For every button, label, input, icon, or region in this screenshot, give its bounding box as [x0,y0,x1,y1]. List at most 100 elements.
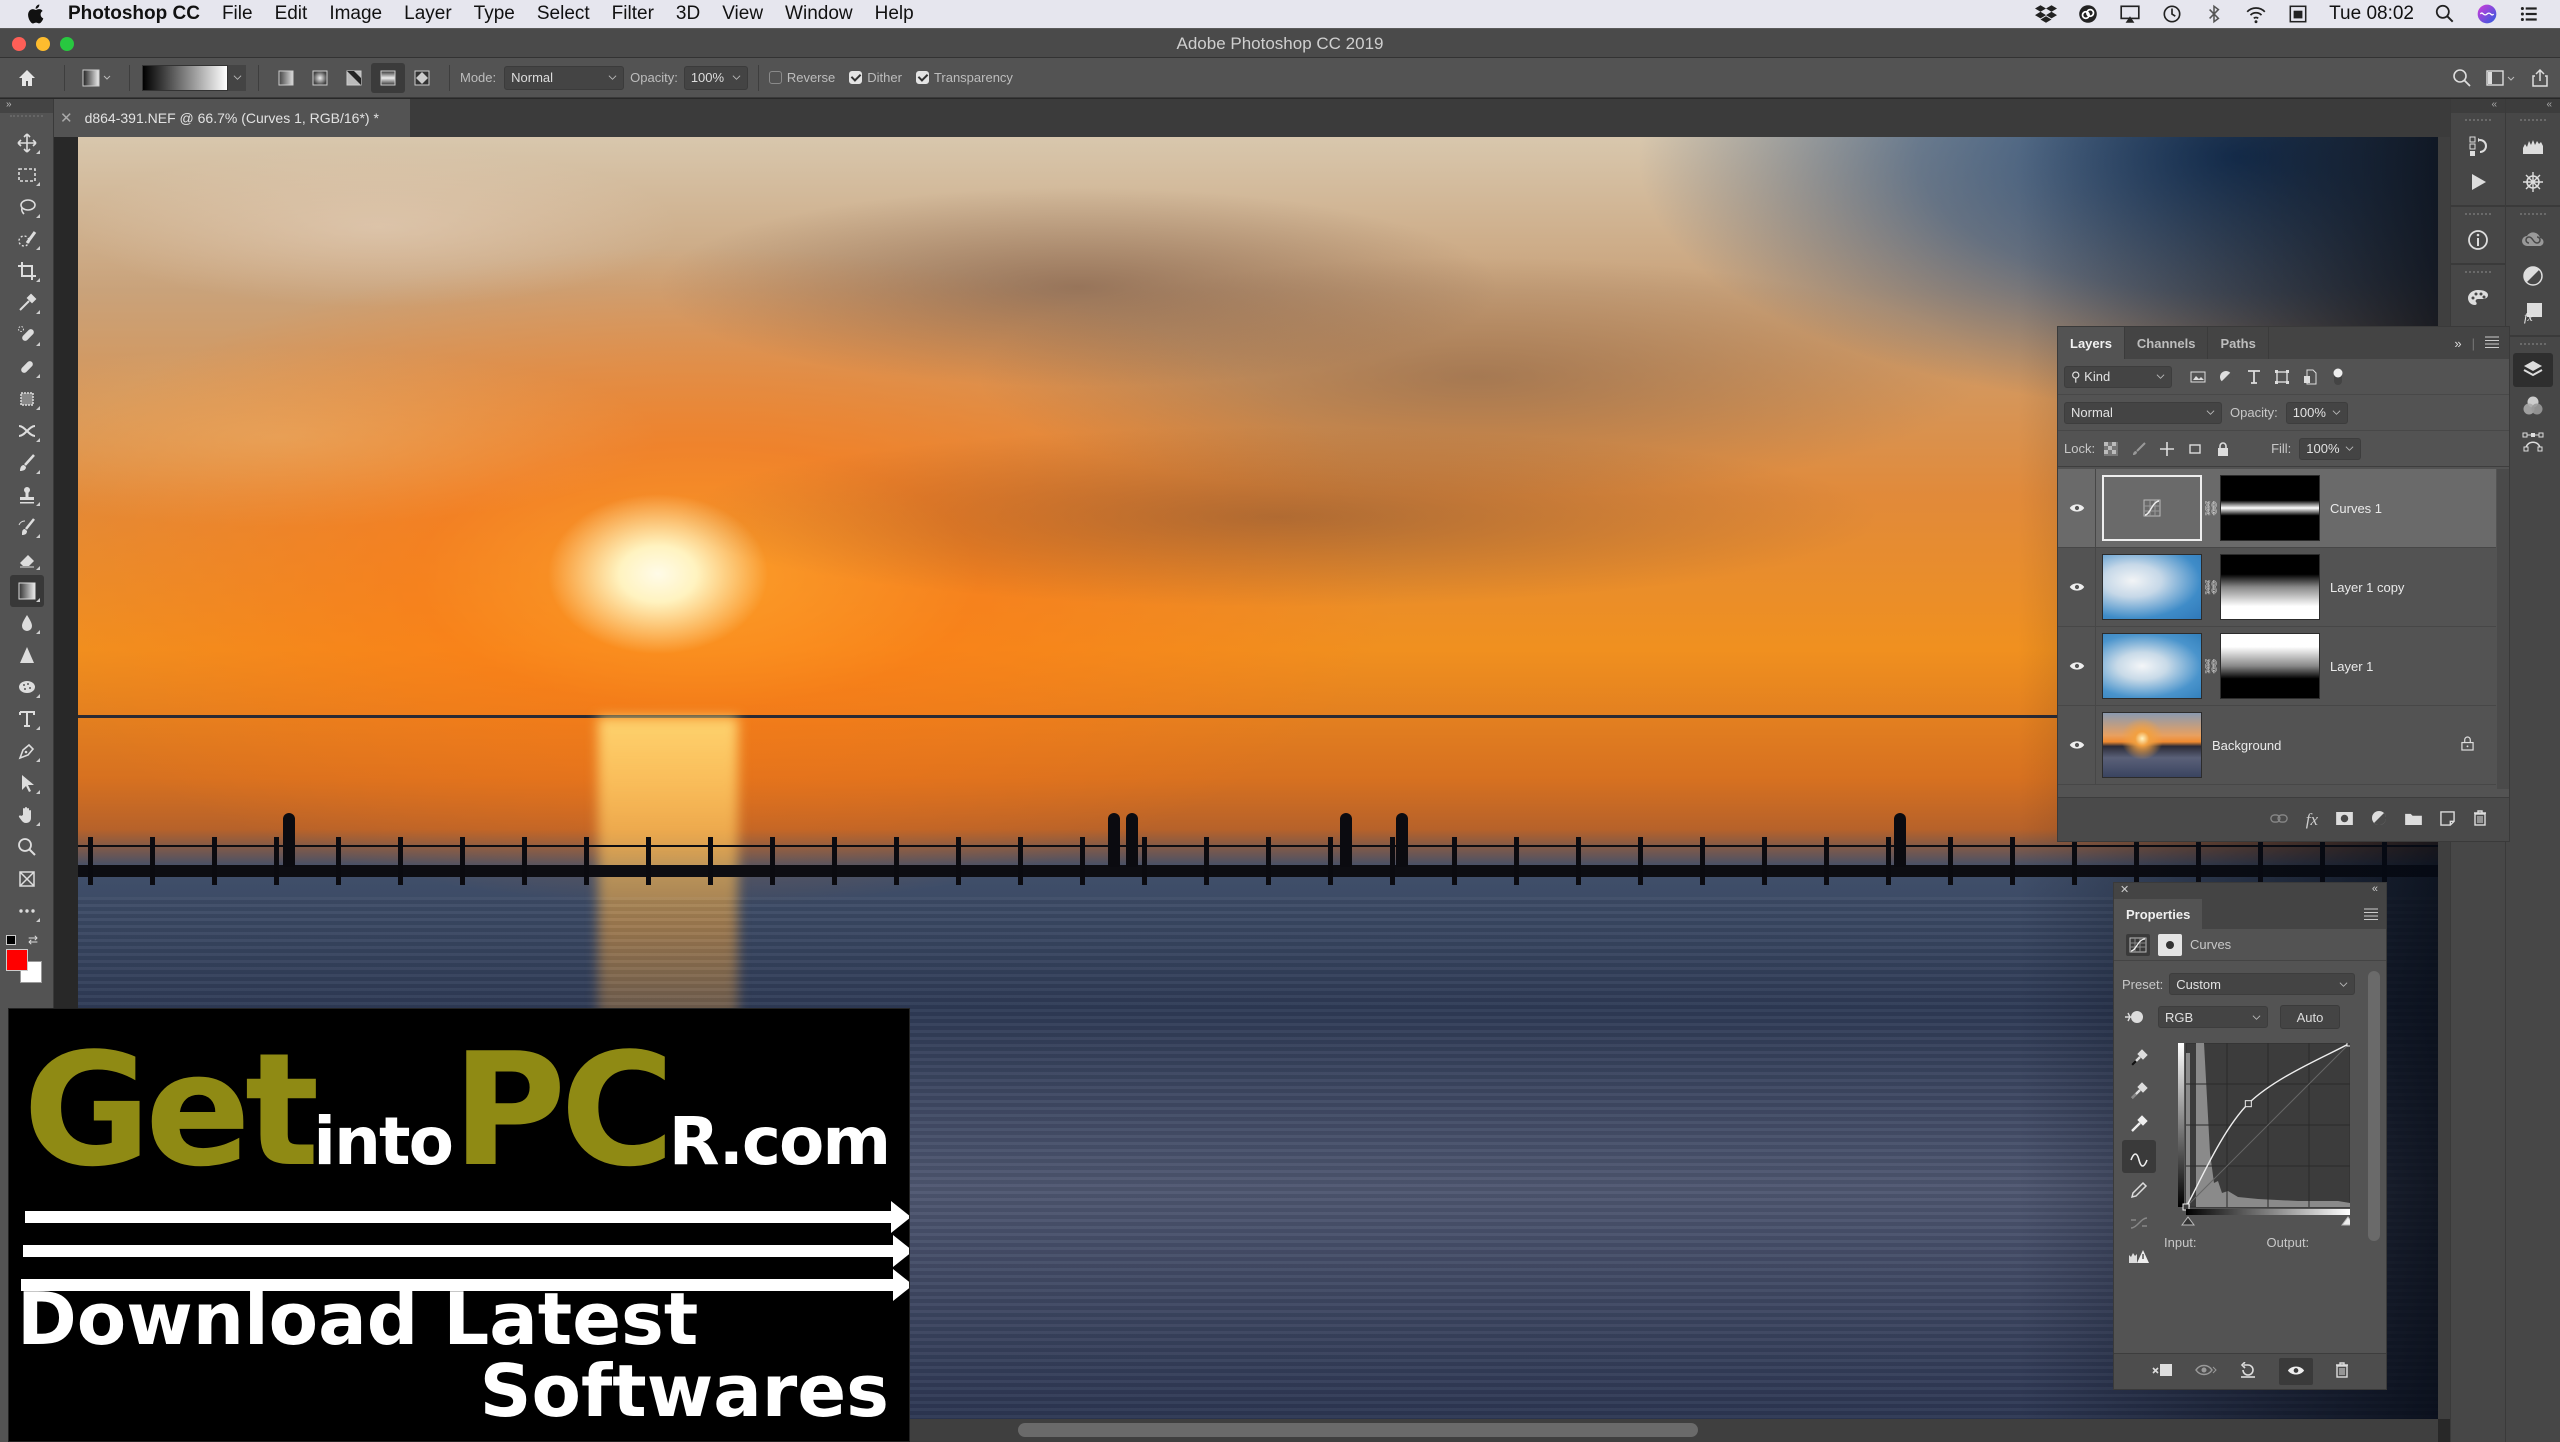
default-colors-icon[interactable] [6,935,16,945]
bluetooth-icon[interactable] [2203,3,2225,25]
close-document-icon[interactable]: ✕ [60,109,73,127]
time-machine-icon[interactable] [2161,3,2183,25]
toggle-visibility-button[interactable] [2279,1358,2313,1385]
clock[interactable]: Tue 08:02 [2329,3,2414,25]
info-panel-button[interactable] [2458,223,2498,257]
gradient-picker[interactable] [140,63,248,93]
curve-control-point[interactable] [2346,1039,2354,1047]
share-button[interactable] [2530,63,2550,93]
menu-select[interactable]: Select [537,3,590,25]
curves-adjustment-tab[interactable] [2126,933,2150,956]
tab-channels[interactable]: Channels [2125,327,2209,359]
notification-center-icon[interactable] [2518,3,2540,25]
smooth-curve-button[interactable] [2122,1206,2156,1239]
histogram-panel-button[interactable] [2513,129,2553,163]
content-aware-move-tool[interactable] [10,415,44,447]
sharpen-tool[interactable] [10,639,44,671]
lock-artboard-icon[interactable] [2187,441,2203,457]
document-tab[interactable]: ✕ d864-391.NEF @ 66.7% (Curves 1, RGB/16… [54,99,410,137]
sponge-tool[interactable] [10,671,44,703]
layer-opacity-field[interactable]: 100% [2285,401,2348,424]
gradient-tool[interactable] [9,575,44,607]
layer-locked-icon[interactable] [2461,736,2474,754]
sample-gray-point-tool[interactable] [2122,1074,2156,1107]
reverse-check-box[interactable] [768,71,782,84]
tab-layers[interactable]: Layers [2058,327,2125,359]
layer-visibility-toggle[interactable] [2058,548,2096,626]
menu-layer[interactable]: Layer [404,3,452,25]
history-brush-tool[interactable] [10,511,44,543]
mask-properties-tab[interactable] [2158,933,2182,956]
layer-name[interactable]: Layer 1 copy [2330,580,2404,595]
on-image-adjust-tool[interactable] [2122,1009,2146,1025]
radial-gradient-button[interactable] [303,63,337,93]
sample-white-point-tool[interactable] [2122,1107,2156,1140]
libraries-panel-button[interactable] [2513,223,2553,257]
curves-chart[interactable] [2178,1039,2355,1227]
menu-image[interactable]: Image [329,3,382,25]
menu-filter[interactable]: Filter [612,3,654,25]
filter-type-layers-icon[interactable] [2246,369,2262,385]
angle-gradient-button[interactable] [337,63,371,93]
healing-brush-tool[interactable] [10,351,44,383]
curve-control-point[interactable] [2244,1100,2252,1108]
lock-image-pixels-icon[interactable] [2131,441,2147,457]
delete-adjustment-button[interactable] [2335,1362,2349,1381]
search-button[interactable] [2452,63,2472,93]
menu-type[interactable]: Type [474,3,515,25]
reverse-checkbox[interactable]: Reverse [768,70,835,85]
opacity-field[interactable]: 100% [683,65,748,90]
zoom-tool[interactable] [10,831,44,863]
lock-all-icon[interactable] [2215,441,2231,457]
filter-adjustment-layers-icon[interactable] [2218,369,2234,385]
add-layer-style-button[interactable]: fx [2306,810,2318,830]
adjustments-panel-button[interactable] [2513,259,2553,293]
properties-tab[interactable]: Properties [2114,899,2203,929]
linear-gradient-button[interactable] [269,63,303,93]
swatches-panel-button[interactable] [2458,281,2498,315]
spotlight-icon[interactable] [2434,3,2456,25]
view-previous-state-button[interactable] [2195,1363,2217,1380]
menu-edit[interactable]: Edit [275,3,308,25]
clipping-warning-button[interactable] [2122,1239,2156,1272]
layer-thumbnail[interactable] [2102,633,2202,699]
layers-panel-button[interactable] [2513,353,2553,387]
reset-adjustment-button[interactable] [2239,1361,2257,1381]
panel-menu-icon[interactable] [2364,908,2378,923]
layer-row-curves-1[interactable]: ⛓ Curves 1 [2058,469,2496,548]
home-button[interactable] [0,63,54,93]
patch-tool[interactable] [10,383,44,415]
fill-field[interactable]: 100% [2299,437,2362,460]
black-point-slider[interactable] [2181,1216,2195,1226]
siri-icon[interactable] [2476,3,2498,25]
frame-tool[interactable] [10,863,44,895]
crop-tool[interactable] [10,255,44,287]
new-layer-button[interactable] [2440,810,2455,829]
clip-to-layer-button[interactable] [2151,1362,2173,1381]
tool-preset-picker[interactable] [75,63,119,93]
filter-smart-objects-icon[interactable] [2302,369,2318,385]
mode-dropdown[interactable]: Normal [504,65,625,90]
add-mask-button[interactable] [2336,811,2353,828]
edit-points-tool[interactable] [2122,1140,2156,1173]
rectangular-marquee-tool[interactable] [10,159,44,191]
filter-kind-dropdown[interactable]: ⚲ Kind [2064,365,2172,388]
layer-row-layer-1[interactable]: ⛓ Layer 1 [2058,627,2496,706]
layers-scrollbar[interactable] [2497,469,2509,789]
preset-dropdown[interactable]: Custom [2169,973,2356,995]
layer-name[interactable]: Layer 1 [2330,659,2373,674]
spot-healing-brush-tool[interactable] [10,319,44,351]
link-layers-button[interactable] [2269,812,2288,827]
toolbar-drag-handle[interactable] [10,115,43,125]
layer-visibility-toggle[interactable] [2058,627,2096,705]
layer-name[interactable]: Curves 1 [2330,501,2382,516]
collapse-toolbar-button[interactable]: » [0,99,53,113]
keyboard-viewer-icon[interactable] [2287,3,2309,25]
chain-link-icon[interactable]: ⛓ [2202,500,2220,517]
menu-view[interactable]: View [722,3,763,25]
menu-window[interactable]: Window [785,3,853,25]
diamond-gradient-button[interactable] [405,63,439,93]
brush-tool[interactable] [10,447,44,479]
path-selection-tool[interactable] [10,767,44,799]
workspace-switcher[interactable] [2486,63,2516,93]
